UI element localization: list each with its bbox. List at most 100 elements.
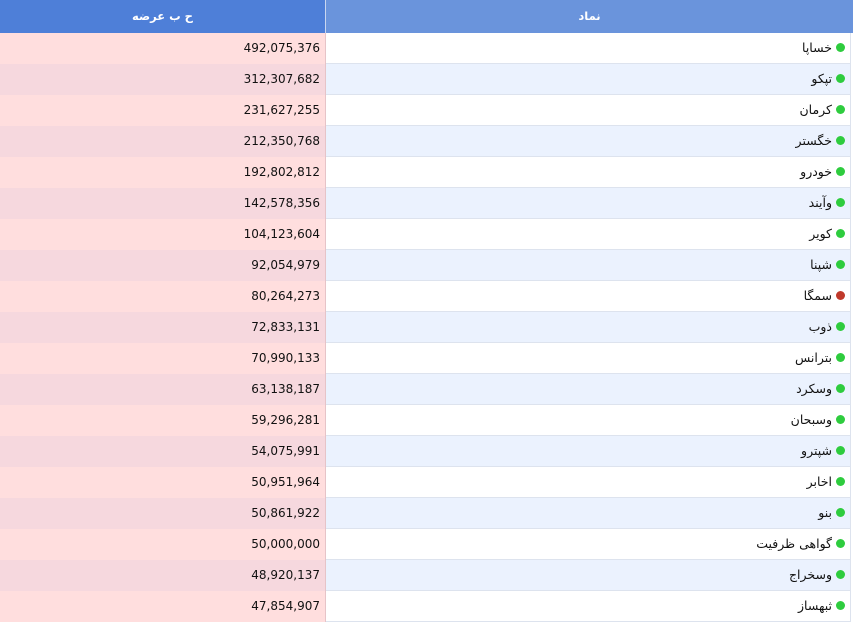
status-up-dot-icon xyxy=(836,167,845,176)
status-up-dot-icon xyxy=(836,260,845,269)
status-up-dot-icon xyxy=(836,539,845,548)
supply-volume-cell: 312,307,682 xyxy=(0,64,326,95)
table-row[interactable]: 231,627,255 کرمان xyxy=(0,95,853,126)
status-up-dot-icon xyxy=(836,198,845,207)
symbol-label: بترانس xyxy=(794,350,832,365)
table-row[interactable]: 142,578,356 وآیند xyxy=(0,188,853,219)
symbol-label: شپترو xyxy=(801,443,832,458)
grid-header: ح ب عرضه نماد xyxy=(0,0,853,33)
symbol-label: وسبحان xyxy=(790,412,832,427)
column-header-symbol[interactable]: نماد xyxy=(326,0,853,33)
table-row[interactable]: 92,054,979 شپنا xyxy=(0,250,853,281)
symbol-cell[interactable]: خساپا xyxy=(326,33,851,64)
symbol-label: وآیند xyxy=(808,195,832,210)
status-up-dot-icon xyxy=(836,446,845,455)
symbol-cell[interactable]: شپنا xyxy=(326,250,851,281)
supply-volume-cell: 492,075,376 xyxy=(0,33,326,64)
symbol-cell[interactable]: بنو xyxy=(326,498,851,529)
supply-volume-cell: 50,861,922 xyxy=(0,498,326,529)
symbol-label: اخابر xyxy=(806,474,832,489)
table-row[interactable]: 50,951,964 اخابر xyxy=(0,467,853,498)
symbol-label: خگستر xyxy=(795,133,832,148)
supply-volume-cell: 70,990,133 xyxy=(0,343,326,374)
symbol-cell[interactable]: وسبحان xyxy=(326,405,851,436)
symbol-label: کرمان xyxy=(799,102,832,117)
supply-volume-cell: 142,578,356 xyxy=(0,188,326,219)
table-row[interactable]: 63,138,187 وسکرد xyxy=(0,374,853,405)
symbol-label: شپنا xyxy=(810,257,832,272)
table-row[interactable]: 104,123,604 کویر xyxy=(0,219,853,250)
supply-volume-cell: 104,123,604 xyxy=(0,219,326,250)
symbol-cell[interactable]: کویر xyxy=(326,219,851,250)
table-row[interactable]: 492,075,376 خساپا xyxy=(0,33,853,64)
symbol-cell[interactable]: خودرو xyxy=(326,157,851,188)
symbol-label: وسخراج xyxy=(788,567,832,582)
symbol-cell[interactable]: کرمان xyxy=(326,95,851,126)
supply-volume-cell: 92,054,979 xyxy=(0,250,326,281)
table-row[interactable]: 50,861,922 بنو xyxy=(0,498,853,529)
supply-volume-cell: 50,000,000 xyxy=(0,529,326,560)
table-row[interactable]: 54,075,991 شپترو xyxy=(0,436,853,467)
symbol-cell[interactable]: سمگا xyxy=(326,281,851,312)
symbol-label: سمگا xyxy=(803,288,832,303)
table-row[interactable]: 70,990,133 بترانس xyxy=(0,343,853,374)
supply-volume-cell: 59,296,281 xyxy=(0,405,326,436)
status-up-dot-icon xyxy=(836,415,845,424)
symbol-cell[interactable]: وسکرد xyxy=(326,374,851,405)
supply-volume-cell: 50,951,964 xyxy=(0,467,326,498)
status-up-dot-icon xyxy=(836,508,845,517)
symbol-cell[interactable]: گواهی ظرفیت xyxy=(326,529,851,560)
supply-volume-cell: 54,075,991 xyxy=(0,436,326,467)
table-row[interactable]: 59,296,281 وسبحان xyxy=(0,405,853,436)
supply-volume-cell: 47,854,907 xyxy=(0,591,326,622)
symbol-cell[interactable]: اخابر xyxy=(326,467,851,498)
status-up-dot-icon xyxy=(836,384,845,393)
symbol-cell[interactable]: ثبهساز xyxy=(326,591,851,622)
symbol-cell[interactable]: ذوب xyxy=(326,312,851,343)
symbol-label: تپکو xyxy=(811,71,832,86)
table-row[interactable]: 50,000,000 گواهی ظرفیت xyxy=(0,529,853,560)
table-row[interactable]: 192,802,812 خودرو xyxy=(0,157,853,188)
symbol-cell[interactable]: وآیند xyxy=(326,188,851,219)
status-up-dot-icon xyxy=(836,477,845,486)
symbol-label: ثبهساز xyxy=(797,598,832,613)
table-row[interactable]: 80,264,273 سمگا xyxy=(0,281,853,312)
symbol-label: کویر xyxy=(809,226,832,241)
status-up-dot-icon xyxy=(836,353,845,362)
symbol-cell[interactable]: تپکو xyxy=(326,64,851,95)
symbol-label: وسکرد xyxy=(796,381,832,396)
symbol-cell[interactable]: بترانس xyxy=(326,343,851,374)
supply-volume-cell: 48,920,137 xyxy=(0,560,326,591)
symbol-cell[interactable]: خگستر xyxy=(326,126,851,157)
status-up-dot-icon xyxy=(836,136,845,145)
status-up-dot-icon xyxy=(836,570,845,579)
supply-volume-cell: 63,138,187 xyxy=(0,374,326,405)
data-grid: ح ب عرضه نماد 492,075,376 خساپا 312,307,68… xyxy=(0,0,853,623)
status-up-dot-icon xyxy=(836,601,845,610)
status-up-dot-icon xyxy=(836,322,845,331)
supply-volume-cell: 80,264,273 xyxy=(0,281,326,312)
supply-volume-cell: 231,627,255 xyxy=(0,95,326,126)
symbol-label: خودرو xyxy=(800,164,832,179)
symbol-label: خساپا xyxy=(802,40,832,55)
symbol-label: بنو xyxy=(818,505,832,520)
status-up-dot-icon xyxy=(836,43,845,52)
symbol-label: ذوب xyxy=(808,319,832,334)
grid-body: 492,075,376 خساپا 312,307,682 تپکو 231,627,2… xyxy=(0,33,853,622)
status-down-dot-icon xyxy=(836,291,845,300)
supply-volume-cell: 72,833,131 xyxy=(0,312,326,343)
table-row[interactable]: 72,833,131 ذوب xyxy=(0,312,853,343)
supply-volume-cell: 192,802,812 xyxy=(0,157,326,188)
supply-volume-cell: 212,350,768 xyxy=(0,126,326,157)
symbol-cell[interactable]: وسخراج xyxy=(326,560,851,591)
status-up-dot-icon xyxy=(836,229,845,238)
table-row[interactable]: 47,854,907 ثبهساز xyxy=(0,591,853,622)
status-up-dot-icon xyxy=(836,105,845,114)
symbol-cell[interactable]: شپترو xyxy=(326,436,851,467)
table-row[interactable]: 212,350,768 خگستر xyxy=(0,126,853,157)
symbol-label: گواهی ظرفیت xyxy=(756,536,832,551)
table-row[interactable]: 48,920,137 وسخراج xyxy=(0,560,853,591)
table-row[interactable]: 312,307,682 تپکو xyxy=(0,64,853,95)
column-header-supply-volume[interactable]: ح ب عرضه xyxy=(0,0,326,33)
status-up-dot-icon xyxy=(836,74,845,83)
